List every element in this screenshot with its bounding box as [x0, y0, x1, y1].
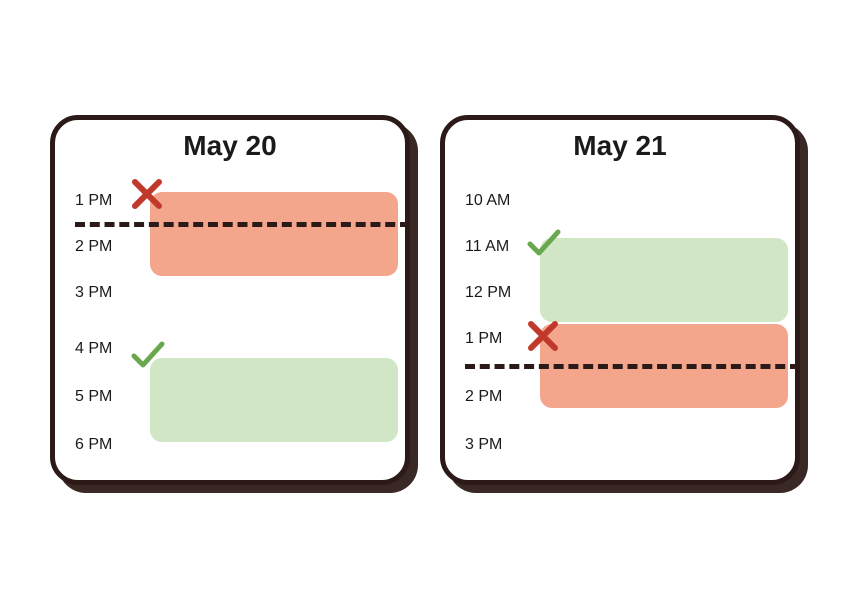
- calendar-card-may-21: May 21 10 AM 11 AM 12 PM 1 PM 2 PM 3 PM: [440, 115, 800, 485]
- check-icon: [525, 224, 561, 260]
- time-label: 1 PM: [465, 330, 502, 348]
- current-time-divider: [465, 364, 800, 369]
- blocked-slot: [150, 192, 398, 276]
- check-icon: [129, 336, 165, 372]
- available-slot: [540, 238, 788, 322]
- card-title: May 20: [55, 130, 405, 162]
- time-label: 11 AM: [465, 238, 509, 256]
- time-label: 6 PM: [75, 436, 112, 454]
- x-icon: [129, 176, 165, 212]
- current-time-divider: [75, 222, 410, 227]
- card-title: May 21: [445, 130, 795, 162]
- time-label: 2 PM: [75, 238, 112, 256]
- time-label: 3 PM: [465, 436, 502, 454]
- available-slot: [150, 358, 398, 442]
- time-label: 10 AM: [465, 192, 510, 210]
- time-label: 5 PM: [75, 388, 112, 406]
- time-label: 3 PM: [75, 284, 112, 302]
- time-label: 4 PM: [75, 340, 112, 358]
- x-icon: [525, 318, 561, 354]
- time-label: 12 PM: [465, 284, 511, 302]
- calendar-card-may-20: May 20 1 PM 2 PM 3 PM 4 PM 5 PM 6 PM: [50, 115, 410, 485]
- time-label: 2 PM: [465, 388, 502, 406]
- time-label: 1 PM: [75, 192, 112, 210]
